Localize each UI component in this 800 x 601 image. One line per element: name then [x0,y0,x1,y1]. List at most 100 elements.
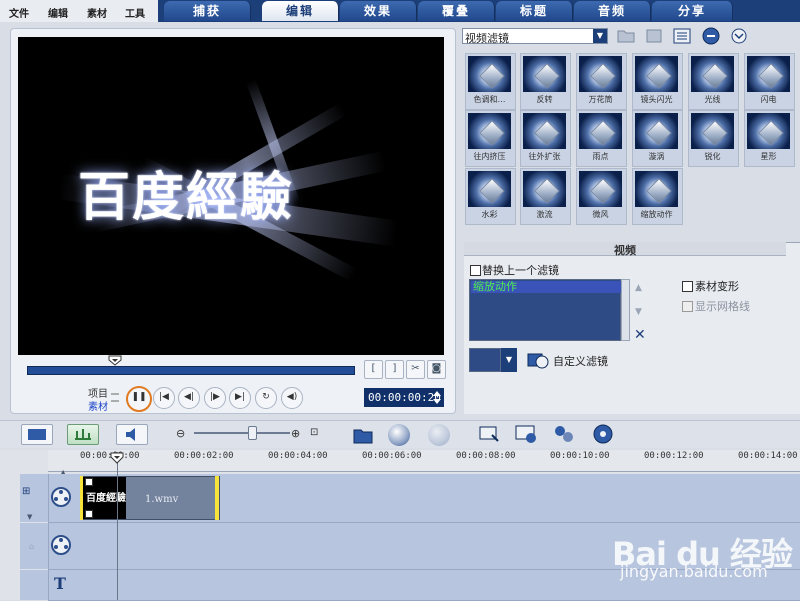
playhead-marker-icon[interactable] [110,452,124,464]
fx-bubble[interactable]: 往外扩张 [520,110,571,167]
fx-light[interactable]: 光线 [688,53,739,110]
clip-transform-checkbox[interactable] [682,281,693,292]
filter-preview-image [468,113,511,149]
clip-thumbnail-text: 百度經驗 [86,493,126,504]
fx-lightning[interactable]: 闪电 [744,53,795,110]
pause-button[interactable]: ❚❚ [126,386,152,412]
clip-trim-left-handle[interactable] [80,476,83,520]
applied-filter-item[interactable]: 缩放动作 [471,281,622,293]
chevron-down-icon[interactable]: ▼ [593,29,607,43]
menu-file[interactable]: 文件 [9,5,29,20]
storyboard-view-button[interactable] [21,424,53,445]
custom-filter-label[interactable]: 自定义滤镜 [553,353,608,369]
zoom-in-icon[interactable]: ⊕ [291,427,300,440]
fx-lens-flare[interactable]: 镜头闪光 [632,53,683,110]
filter-label: 微风 [592,210,609,219]
library-category-select[interactable]: 视频滤镜 ▼ [462,28,608,45]
track-lock-icon[interactable]: ⌂ [29,542,34,551]
tab-effect[interactable]: 效果 [340,1,417,21]
volume-icon[interactable]: ◀) [281,387,303,409]
fx-star[interactable]: 星形 [744,110,795,167]
tab-title[interactable]: 标题 [496,1,573,21]
fx-invert[interactable]: 反转 [520,53,571,110]
record-capture-icon[interactable] [514,423,538,445]
fx-ripple[interactable]: 激流 [520,168,571,225]
video-clip[interactable]: 百度經驗 1.wmv [80,476,220,520]
filter-preview-image [523,56,566,92]
fx-color-balance[interactable]: 色调和… [465,53,516,110]
menu-edit[interactable]: 编辑 [48,5,68,20]
fx-watercolor[interactable]: 水彩 [465,168,516,225]
zoom-slider-thumb[interactable] [248,426,257,440]
menu-clip[interactable]: 素材 [87,5,107,20]
preset-chevron-down-icon[interactable]: ▼ [501,348,517,372]
tab-audio[interactable]: 音频 [574,1,651,21]
mark-in-button[interactable]: [ [364,360,383,379]
fx-whirl[interactable]: 漩涡 [632,110,683,167]
show-grid-checkbox[interactable] [682,301,693,312]
timecode-stepper-icon[interactable] [432,389,442,406]
go-end-icon[interactable]: ▶| [229,387,251,409]
scrub-bar[interactable] [27,366,355,375]
filter-preset-box[interactable] [469,348,501,372]
zoom-out-icon[interactable]: ⊖ [176,427,185,440]
show-grid-label: 显示网格线 [695,300,750,313]
enlarge-preview-icon[interactable]: ◙ [427,360,446,379]
move-down-icon[interactable]: ▼ [635,307,642,317]
track-collapse-icon[interactable]: ▼ [27,513,32,521]
cut-clip-icon[interactable]: ✂ [406,360,425,379]
folder-icon[interactable] [617,28,635,44]
custom-filter-icon[interactable] [527,350,549,370]
go-start-icon[interactable]: |◀ [153,387,175,409]
mode-clip-label[interactable]: 素材 [88,398,108,413]
title-track-header [20,570,49,600]
zoom-slider[interactable] [194,432,290,434]
prev-frame-icon[interactable]: ◀| [178,387,200,409]
fx-zoom-motion[interactable]: 缩放动作 [632,168,683,225]
repeat-icon[interactable]: ↻ [255,387,277,409]
playhead-line[interactable] [117,452,118,600]
filter-label: 镜头闪光 [640,95,673,104]
tab-share[interactable]: 分享 [652,1,733,21]
filter-label: 反转 [536,95,553,104]
timeline-view-button[interactable] [67,424,99,445]
menu-tools[interactable]: 工具 [125,5,145,20]
mode-bracket-icon [111,393,119,402]
fx-sharpen[interactable]: 锐化 [688,110,739,167]
filter-label: 水彩 [481,210,498,219]
tab-capture[interactable]: 捕获 [164,1,251,21]
tab-overlay[interactable]: 覆叠 [418,1,495,21]
replace-last-filter-checkbox[interactable] [470,265,481,276]
delete-filter-icon[interactable]: ✕ [634,327,646,343]
insert-media-icon[interactable] [352,424,374,446]
filter-preview-image [635,113,678,149]
track-manager-icon[interactable]: ⊞ [22,486,30,497]
fx-wind[interactable]: 微风 [576,168,627,225]
filter-label: 往外扩张 [528,152,561,161]
scrub-thumb-icon[interactable] [108,355,122,366]
ruler-tick-label: 00:00:12:00 [644,451,704,461]
auto-music-icon[interactable] [592,423,614,445]
fx-kaleidoscope[interactable]: 万花筒 [576,53,627,110]
audio-mixer-icon[interactable] [552,423,576,445]
watermark-url: jingyan.baidu.com [620,562,768,581]
undo-icon[interactable] [388,424,410,446]
expand-library-icon[interactable] [730,28,748,44]
sort-icon[interactable] [673,28,691,44]
import-media-icon[interactable] [645,28,663,44]
batch-convert-icon[interactable] [478,423,500,445]
fit-project-icon[interactable]: ⊡ [310,427,318,438]
fx-pinch[interactable]: 往内挤压 [465,110,516,167]
audio-view-button[interactable] [116,424,148,445]
filter-label: 锐化 [704,152,721,161]
redo-icon[interactable] [428,424,450,446]
next-frame-icon[interactable]: |▶ [204,387,226,409]
options-icon[interactable] [700,27,722,45]
move-up-icon[interactable]: ▲ [635,283,642,293]
fx-rain[interactable]: 雨点 [576,110,627,167]
applied-filter-list[interactable]: 缩放动作 [469,279,622,341]
mark-out-button[interactable]: ] [385,360,404,379]
filter-list-scrollbar[interactable] [621,279,630,341]
tab-edit[interactable]: 编辑 [262,1,339,21]
clip-trim-right-handle[interactable] [215,476,219,520]
